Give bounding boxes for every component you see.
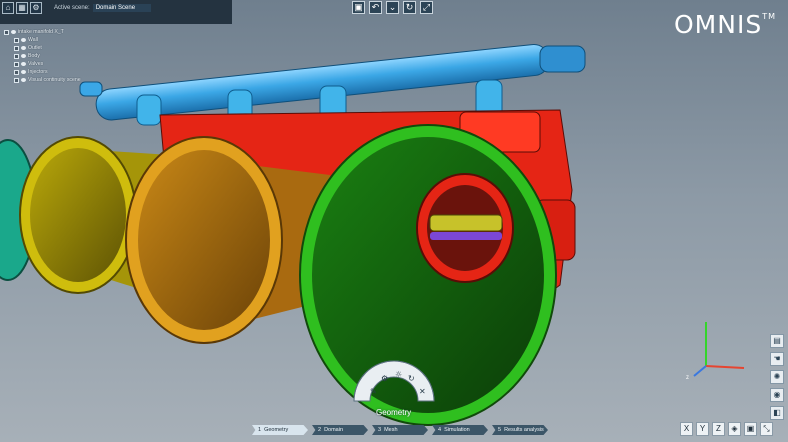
tree-item[interactable]: Wall bbox=[4, 36, 134, 44]
view-y-button[interactable]: Y bbox=[696, 422, 709, 436]
workflow-steps: 1 Geometry 2 Domain 3 Mesh 4 Simulation 5 Res… bbox=[252, 425, 552, 435]
checkbox-icon[interactable] bbox=[14, 53, 19, 59]
active-scene-label: Active scene: bbox=[54, 5, 90, 11]
radial-mode-label: Geometry bbox=[376, 408, 412, 417]
center-toolbar: ▣ ↶ ⌄ ↻ ⤢ bbox=[352, 1, 433, 14]
fit-view-icon[interactable]: ⤢ bbox=[420, 1, 433, 14]
tree-item-label: Wall bbox=[28, 37, 38, 43]
tree-item-label: Visual continuity scene bbox=[28, 77, 81, 83]
tree-root-label: intake manifold X_T bbox=[18, 29, 64, 35]
step-number: 3 bbox=[378, 427, 382, 433]
orientation-gizmo: z bbox=[686, 322, 745, 381]
redo-icon[interactable]: ↻ bbox=[403, 1, 416, 14]
home-icon[interactable]: ⌂ bbox=[2, 2, 14, 14]
tree-item-label: Outlet bbox=[28, 45, 42, 51]
properties-icon[interactable]: ▤ bbox=[770, 334, 784, 348]
tree-item[interactable]: Valves bbox=[4, 60, 134, 68]
step-number: 4 bbox=[438, 427, 442, 433]
settings-icon[interactable]: ⚙ bbox=[30, 2, 42, 14]
undo-icon[interactable]: ↶ bbox=[369, 1, 382, 14]
tree-item[interactable]: Body bbox=[4, 52, 134, 60]
hand-icon[interactable]: ☚ bbox=[770, 352, 784, 366]
visibility-icon[interactable] bbox=[21, 54, 26, 58]
visibility-icon[interactable] bbox=[11, 30, 16, 34]
tree-item[interactable]: Visual continuity scene bbox=[4, 76, 134, 84]
svg-text:✎: ✎ bbox=[370, 387, 377, 396]
checkbox-icon[interactable] bbox=[14, 77, 19, 83]
tree-item-label: Body bbox=[28, 53, 40, 59]
view-x-button[interactable]: X bbox=[680, 422, 693, 436]
render-icon[interactable]: ◉ bbox=[770, 388, 784, 402]
save-icon[interactable]: ▣ bbox=[352, 1, 365, 14]
svg-text:☼: ☼ bbox=[395, 370, 402, 379]
svg-text:✕: ✕ bbox=[419, 387, 426, 396]
view-z-button[interactable]: Z bbox=[712, 422, 725, 436]
checkbox-icon[interactable] bbox=[4, 29, 9, 35]
step-simulation[interactable]: 4 Simulation bbox=[432, 425, 488, 435]
axis-buttons: X Y Z ◈ ▣ ⤡ bbox=[680, 422, 773, 436]
step-number: 5 bbox=[498, 427, 502, 433]
light-icon[interactable]: ✺ bbox=[770, 370, 784, 384]
tree-item-label: Valves bbox=[28, 61, 44, 67]
checkbox-icon[interactable] bbox=[14, 37, 19, 43]
fit-all-icon[interactable]: ⤡ bbox=[760, 422, 773, 436]
grid-icon[interactable]: ▦ bbox=[16, 2, 28, 14]
step-geometry[interactable]: 1 Geometry bbox=[252, 425, 308, 435]
view-cube-icon[interactable]: ▣ bbox=[744, 422, 757, 436]
visibility-icon[interactable] bbox=[21, 78, 26, 82]
iso-view-icon[interactable]: ◈ bbox=[728, 422, 741, 436]
checkbox-icon[interactable] bbox=[14, 69, 19, 75]
active-scene-select[interactable]: Domain Scene bbox=[92, 4, 152, 12]
tree-item[interactable]: Outlet bbox=[4, 44, 134, 52]
visibility-icon[interactable] bbox=[21, 46, 26, 50]
visibility-icon[interactable] bbox=[21, 70, 26, 74]
brand-logo: OMNISTM bbox=[674, 10, 776, 39]
tree-root[interactable]: intake manifold X_T bbox=[4, 28, 134, 36]
visibility-icon[interactable] bbox=[21, 38, 26, 42]
svg-text:⚙: ⚙ bbox=[381, 374, 388, 383]
scene-toolbar: ⌂ ▦ ⚙ Active scene: Domain Scene bbox=[0, 0, 232, 24]
collapse-icon[interactable]: ⌄ bbox=[386, 1, 399, 14]
checkbox-icon[interactable] bbox=[14, 61, 19, 67]
visibility-icon[interactable] bbox=[21, 62, 26, 66]
step-number: 2 bbox=[318, 427, 322, 433]
tree-item-label: Injectors bbox=[28, 69, 48, 75]
view-tools: ▤ ☚ ✺ ◉ ◧ bbox=[770, 334, 784, 424]
step-domain[interactable]: 2 Domain bbox=[312, 425, 368, 435]
step-results-analysis[interactable]: 5 Results analysis bbox=[492, 425, 548, 435]
clipping-icon[interactable]: ◧ bbox=[770, 406, 784, 420]
svg-text:z: z bbox=[686, 375, 689, 381]
checkbox-icon[interactable] bbox=[14, 45, 19, 51]
step-mesh[interactable]: 3 Mesh bbox=[372, 425, 428, 435]
step-number: 1 bbox=[258, 427, 262, 433]
tree-item[interactable]: Injectors bbox=[4, 68, 134, 76]
svg-text:↻: ↻ bbox=[408, 374, 415, 383]
scene-tree: intake manifold X_T Wall Outlet Body Val… bbox=[4, 28, 134, 84]
